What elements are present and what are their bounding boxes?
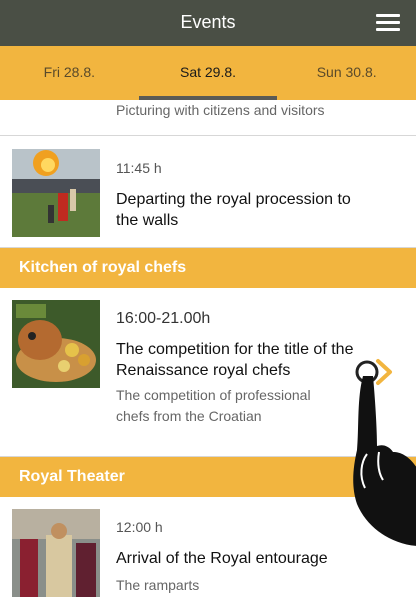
- section-title: Royal Theater: [19, 468, 125, 485]
- event-time: 16:00-21.00h: [116, 310, 211, 327]
- event-subtitle: The competition of professional chefs fr…: [116, 387, 311, 424]
- app-title: Events: [180, 12, 236, 32]
- tab-fri[interactable]: Fri 28.8.: [0, 46, 139, 100]
- pointing-hand-icon: [347, 358, 416, 546]
- event-title: Arrival of the Royal entourage: [116, 550, 328, 567]
- app-bar: Events: [0, 0, 416, 46]
- section-title: Kitchen of royal chefs: [19, 259, 187, 276]
- tab-sat[interactable]: Sat 29.8.: [138, 46, 278, 100]
- events-list[interactable]: Picturing with citizens and visitors 11:…: [0, 100, 416, 614]
- hamburger-menu-icon[interactable]: [376, 13, 400, 33]
- day-tabs: Fri 28.8. Sat 29.8. Sun 30.8.: [0, 46, 416, 100]
- list-item[interactable]: Picturing with citizens and visitors: [0, 100, 416, 136]
- event-thumbnail: [12, 300, 100, 388]
- tab-sun[interactable]: Sun 30.8.: [277, 46, 416, 100]
- event-time: 11:45 h: [116, 160, 162, 176]
- section-header-kitchen: Kitchen of royal chefs: [0, 248, 416, 288]
- event-thumbnail: [12, 509, 100, 597]
- event-subtitle: The ramparts: [116, 577, 200, 593]
- event-thumbnail: [12, 149, 100, 237]
- event-time: 12:00 h: [116, 519, 163, 535]
- list-item[interactable]: 11:45 h Departing the royal procession t…: [0, 136, 416, 248]
- event-title: The competition for the title of the Ren…: [116, 341, 354, 379]
- event-title: Departing the royal procession to the wa…: [116, 191, 351, 229]
- event-subtitle: Picturing with citizens and visitors: [116, 102, 325, 118]
